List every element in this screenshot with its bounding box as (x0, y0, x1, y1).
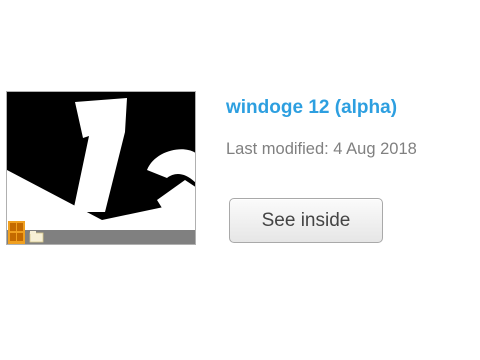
project-thumbnail[interactable] (6, 91, 196, 245)
project-card: windoge 12 (alpha) Last modified: 4 Aug … (0, 0, 480, 360)
project-title-link[interactable]: windoge 12 (alpha) (226, 97, 397, 119)
thumbnail-preview-image (7, 92, 195, 244)
see-inside-button[interactable]: See inside (229, 198, 383, 243)
last-modified-text: Last modified: 4 Aug 2018 (226, 140, 417, 158)
